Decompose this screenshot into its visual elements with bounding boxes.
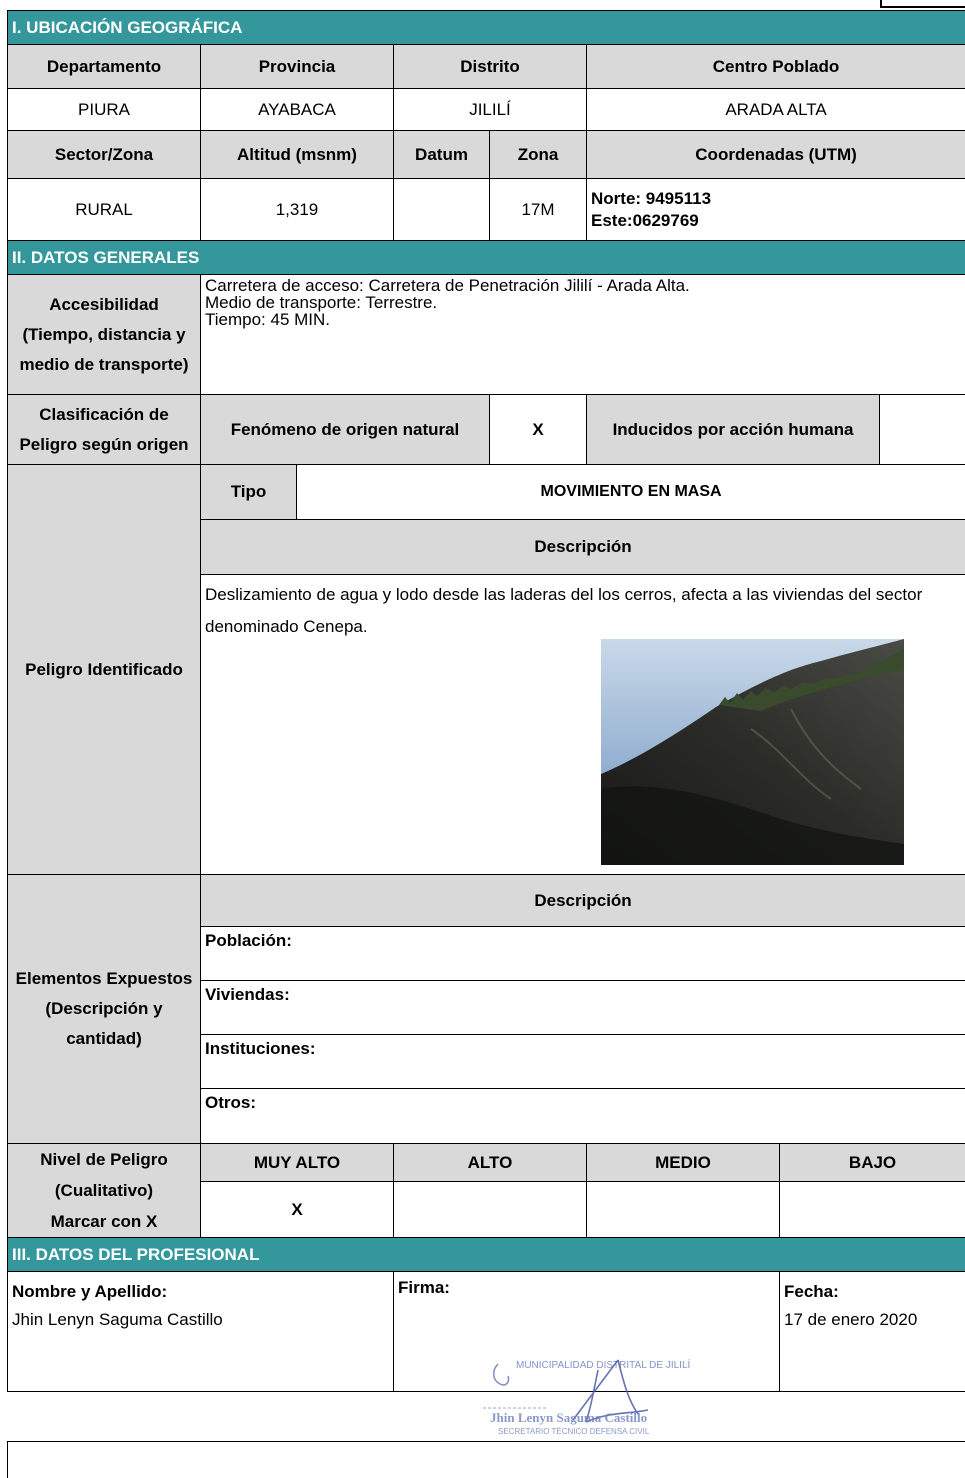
nombre-value: Jhin Lenyn Saguma Castillo [12,1310,223,1329]
value-altitud: 1,319 [200,178,394,241]
mark-alto[interactable] [393,1181,587,1238]
accesibilidad-label-line: (Tiempo, distancia y [22,324,186,344]
mark-medio[interactable] [586,1181,780,1238]
expuesto-instituciones[interactable]: Instituciones: [199,1034,965,1089]
nivel-alto: ALTO [393,1142,587,1183]
header-departamento: Departamento [7,44,201,89]
section-ubicacion: I. UBICACIÓN GEOGRÁFICA [6,10,965,45]
peligro-tipo-row: Peligro Identificado Tipo MOVIMIENTO EN … [7,464,965,875]
expuesto-viviendas[interactable]: Viviendas: [199,980,965,1035]
top-corner-box [880,0,965,8]
stamp-line-3: SECRETARIO TÉCNICO DEFENSA CIVIL [498,1427,650,1436]
value-datum [393,178,490,241]
acceso-transporte: Medio de transporte: Terrestre. [205,293,438,312]
section-datos-generales: II. DATOS GENERALES [6,240,965,275]
section-title: I. UBICACIÓN GEOGRÁFICA [6,10,965,45]
mark-muy-alto[interactable]: X [200,1181,394,1238]
ubicacion-value-row-2: RURAL 1,319 17M Norte: 9495113 Este:0629… [7,178,965,241]
fecha-label: Fecha: [784,1282,839,1301]
origen-humana-label: Inducidos por acción humana [586,394,880,465]
hazard-form-sheet: I. UBICACIÓN GEOGRÁFICA Departamento Pro… [6,10,965,1392]
expuesto-poblacion[interactable]: Población: [199,926,965,981]
value-distrito: JILILÍ [393,88,587,131]
accesibilidad-row: Accesibilidad (Tiempo, distancia y medio… [7,274,965,395]
hazard-form-table: I. UBICACIÓN GEOGRÁFICA Departamento Pro… [6,10,965,1392]
clasificacion-label: Clasificación de Peligro según origen [7,394,201,465]
accesibilidad-value: Carretera de acceso: Carretera de Penetr… [199,274,965,395]
value-centro-poblado: ARADA ALTA [585,88,965,131]
fecha-cell: Fecha: 17 de enero 2020 [778,1271,965,1392]
mark-bajo[interactable] [778,1181,965,1238]
acceso-tiempo: Tiempo: 45 MIN. [205,310,331,329]
ubicacion-value-row: PIURA AYABACA JILILÍ ARADA ALTA [7,88,965,131]
landslide-photo [601,639,904,865]
expuestos-label-line: (Descripción y [45,999,163,1018]
section-profesional: III. DATOS DEL PROFESIONAL [6,1237,965,1272]
header-altitud: Altitud (msnm) [200,130,394,179]
expuesto-otros[interactable]: Otros: [199,1088,965,1144]
tipo-value: MOVIMIENTO EN MASA [295,464,965,520]
header-datum: Datum [393,130,490,179]
nivel-header-row: Nivel de Peligro (Cualitativo) Marcar co… [7,1142,965,1238]
origen-natural-label: Fenómeno de origen natural [200,394,490,465]
clasificacion-label-line: Peligro según origen [19,434,189,454]
nivel-bajo: BAJO [778,1142,965,1183]
expuestos-label-line: Elementos Expuestos [15,969,193,988]
nombre-cell: Nombre y Apellido: Jhin Lenyn Saguma Cas… [7,1271,394,1392]
accesibilidad-label: Accesibilidad (Tiempo, distancia y medio… [7,274,201,395]
coord-este: Este:0629769 [591,210,699,230]
descripcion-header: Descripción [199,519,965,575]
accesibilidad-label-line: Accesibilidad [49,294,159,314]
nivel-label-line: (Cualitativo) [54,1181,154,1200]
peligro-descripcion: Deslizamiento de agua y lodo desde las l… [205,585,923,636]
expuestos-descripcion-header: Descripción [199,874,965,927]
value-coordenadas: Norte: 9495113 Este:0629769 [585,178,965,241]
value-departamento: PIURA [7,88,201,131]
ubicacion-header-row: Departamento Provincia Distrito Centro P… [7,44,965,89]
header-zona: Zona [489,130,587,179]
stamp-line-2: Jhin Lenyn Saguma Castillo [490,1410,647,1425]
coord-norte: Norte: 9495113 [591,188,712,208]
section-title: III. DATOS DEL PROFESIONAL [6,1237,965,1272]
nivel-muy-alto: MUY ALTO [200,1142,394,1183]
section-title: II. DATOS GENERALES [6,240,965,275]
nivel-label: Nivel de Peligro (Cualitativo) Marcar co… [7,1143,201,1238]
acceso-carretera: Carretera de acceso: Carretera de Penetr… [205,276,690,295]
peligro-identificado-label: Peligro Identificado [7,464,201,875]
signature-stamp: MUNICIPALIDAD DISTRITAL DE JILILÍ Jhin L… [483,1358,691,1436]
firma-label: Firma: [398,1278,450,1297]
clasificacion-row: Clasificación de Peligro según origen Fe… [7,394,965,465]
fecha-value: 17 de enero 2020 [784,1310,918,1329]
ubicacion-header-row-2: Sector/Zona Altitud (msnm) Datum Zona Co… [7,130,965,179]
expuestos-label-line: cantidad) [66,1029,142,1048]
clasificacion-label-line: Clasificación de [39,404,169,424]
tipo-label: Tipo [200,464,297,520]
nivel-label-line: Marcar con X [50,1212,158,1231]
origen-natural-mark[interactable]: X [489,394,587,465]
expuestos-header-row: Elementos Expuestos (Descripción y canti… [7,874,965,1144]
header-sector: Sector/Zona [7,130,201,179]
header-centro-poblado: Centro Poblado [585,44,965,89]
origen-humana-mark[interactable] [878,394,965,465]
nivel-medio: MEDIO [586,1142,780,1183]
header-coordenadas: Coordenadas (UTM) [585,130,965,179]
value-zona: 17M [489,178,587,241]
stamp-line-1: MUNICIPALIDAD DISTRITAL DE JILILÍ [516,1358,691,1371]
header-distrito: Distrito [393,44,587,89]
header-provincia: Provincia [200,44,394,89]
descripcion-cell: Deslizamiento de agua y lodo desde las l… [199,574,965,875]
value-provincia: AYABACA [200,88,394,131]
nombre-label: Nombre y Apellido: [12,1282,168,1301]
footer-empty-area [7,1441,965,1478]
nivel-label-line: Nivel de Peligro [40,1150,168,1169]
accesibilidad-label-line: medio de transporte) [19,354,189,374]
value-sector: RURAL [7,178,201,241]
expuestos-label: Elementos Expuestos (Descripción y canti… [7,874,201,1144]
